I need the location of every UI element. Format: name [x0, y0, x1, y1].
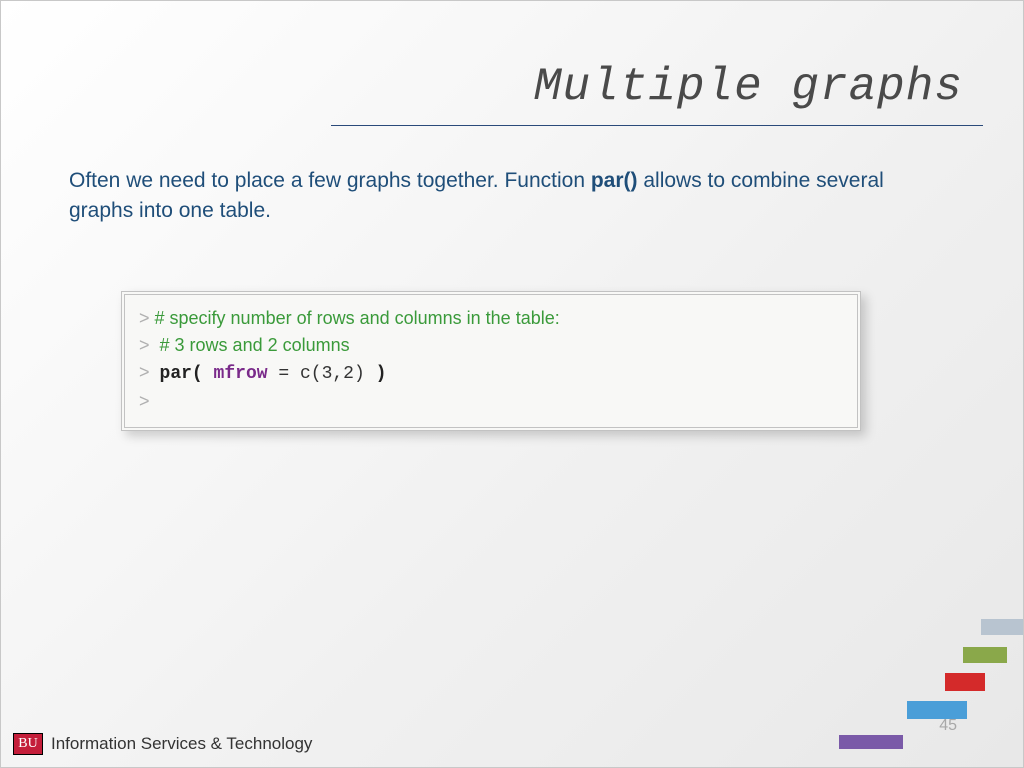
- code-close-paren: ): [376, 364, 387, 384]
- code-fn-call: par(: [160, 364, 214, 384]
- code-block: > # specify number of rows and columns i…: [121, 291, 861, 431]
- bu-logo: BU: [13, 733, 43, 755]
- code-line-1: > # specify number of rows and columns i…: [139, 305, 843, 332]
- footer-org-text: Information Services & Technology: [51, 734, 312, 754]
- deco-bar-4: [907, 701, 967, 719]
- title-underline: [331, 125, 983, 126]
- code-line-4: >: [139, 388, 843, 415]
- deco-bar-1: [981, 619, 1023, 635]
- slide-title: Multiple graphs: [534, 61, 963, 113]
- deco-bar-3: [945, 673, 985, 691]
- code-argument: mfrow: [214, 364, 268, 384]
- deco-bar-5: [839, 735, 903, 749]
- prompt: >: [139, 335, 150, 355]
- slide: Multiple graphs Often we need to place a…: [0, 0, 1024, 768]
- prompt: >: [139, 391, 150, 411]
- body-paragraph: Often we need to place a few graphs toge…: [69, 166, 943, 227]
- code-line-2: > # 3 rows and 2 columns: [139, 332, 843, 359]
- prompt: >: [139, 362, 150, 382]
- decorative-bars: [763, 597, 1023, 767]
- code-comment: # 3 rows and 2 columns: [160, 335, 350, 355]
- code-value: = c(3,2): [268, 364, 376, 384]
- prompt: >: [139, 308, 150, 328]
- body-text-pre: Often we need to place a few graphs toge…: [69, 169, 591, 192]
- code-line-3: > par( mfrow = c(3,2) ): [139, 359, 843, 388]
- function-name: par(): [591, 169, 638, 192]
- code-comment: # specify number of rows and columns in …: [150, 308, 560, 328]
- deco-bar-2: [963, 647, 1007, 663]
- footer: BU Information Services & Technology: [13, 733, 312, 755]
